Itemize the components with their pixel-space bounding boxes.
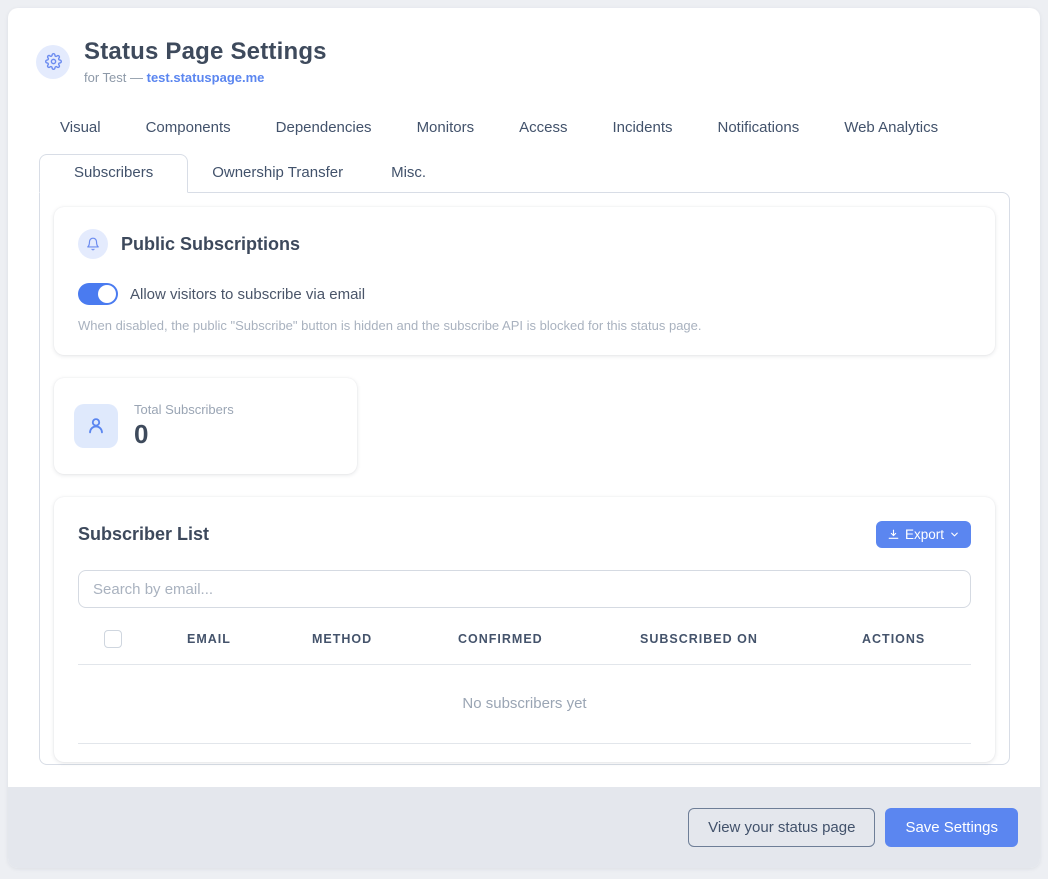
- tab-access[interactable]: Access: [519, 119, 567, 136]
- column-header-actions: ACTIONS: [862, 632, 971, 646]
- select-all-cell: [78, 630, 187, 648]
- subscriber-stat-tile: [74, 404, 118, 448]
- subscribers-tab-panel: Public Subscriptions Allow visitors to s…: [39, 192, 1010, 765]
- empty-state-message: No subscribers yet: [78, 665, 971, 744]
- page-subtitle: for Test — test.statuspage.me: [84, 70, 327, 85]
- tab-subscribers[interactable]: Subscribers: [39, 154, 188, 193]
- tab-incidents[interactable]: Incidents: [612, 119, 672, 136]
- bell-badge: [78, 229, 108, 259]
- subtitle-prefix: for Test —: [84, 70, 147, 85]
- footer-action-bar: View your status page Save Settings: [8, 787, 1040, 868]
- subscriber-list-title: Subscriber List: [78, 524, 209, 545]
- tab-misc[interactable]: Misc.: [367, 155, 450, 192]
- settings-badge: [36, 45, 70, 79]
- public-subscriptions-title: Public Subscriptions: [121, 234, 300, 255]
- select-all-checkbox[interactable]: [104, 630, 122, 648]
- column-header-confirmed: CONFIRMED: [458, 632, 640, 646]
- tab-web-analytics[interactable]: Web Analytics: [844, 119, 938, 136]
- tab-monitors[interactable]: Monitors: [417, 119, 475, 136]
- user-icon: [85, 415, 107, 437]
- page-header: Status Page Settings for Test — test.sta…: [8, 8, 1040, 85]
- view-status-page-button[interactable]: View your status page: [688, 808, 875, 847]
- header-text: Status Page Settings for Test — test.sta…: [84, 38, 327, 85]
- status-page-settings-card: Status Page Settings for Test — test.sta…: [8, 8, 1040, 868]
- save-settings-button[interactable]: Save Settings: [885, 808, 1018, 847]
- subscribe-toggle-row: Allow visitors to subscribe via email: [78, 283, 971, 305]
- tab-notifications[interactable]: Notifications: [718, 119, 800, 136]
- total-subscribers-label: Total Subscribers: [134, 402, 234, 417]
- total-subscribers-card: Total Subscribers 0: [54, 378, 357, 474]
- subscriber-list-header: Subscriber List Export: [78, 521, 971, 548]
- secondary-tab-bar: Subscribers Ownership Transfer Misc.: [39, 154, 1040, 192]
- toggle-helper-text: When disabled, the public "Subscribe" bu…: [78, 318, 971, 333]
- total-subscribers-value: 0: [134, 419, 234, 450]
- toggle-label: Allow visitors to subscribe via email: [130, 286, 365, 303]
- export-button[interactable]: Export: [876, 521, 971, 548]
- public-subscriptions-header: Public Subscriptions: [78, 229, 971, 259]
- tab-components[interactable]: Components: [146, 119, 231, 136]
- primary-tab-bar: Visual Components Dependencies Monitors …: [60, 119, 1040, 136]
- download-icon: [887, 528, 900, 541]
- toggle-knob: [98, 285, 116, 303]
- public-subscriptions-card: Public Subscriptions Allow visitors to s…: [54, 207, 995, 355]
- tab-visual[interactable]: Visual: [60, 119, 101, 136]
- column-header-email: EMAIL: [187, 632, 312, 646]
- page-title: Status Page Settings: [84, 38, 327, 66]
- bell-icon: [86, 237, 100, 251]
- stat-text: Total Subscribers 0: [134, 402, 234, 450]
- status-page-link[interactable]: test.statuspage.me: [147, 70, 265, 85]
- subscriber-list-card: Subscriber List Export: [54, 497, 995, 762]
- tab-ownership-transfer[interactable]: Ownership Transfer: [188, 155, 367, 192]
- chevron-down-icon: [949, 529, 960, 540]
- subscriber-table-header: EMAIL METHOD CONFIRMED SUBSCRIBED ON ACT…: [78, 630, 971, 665]
- allow-subscribe-toggle[interactable]: [78, 283, 118, 305]
- tab-dependencies[interactable]: Dependencies: [276, 119, 372, 136]
- export-label: Export: [905, 527, 944, 542]
- search-input[interactable]: [78, 570, 971, 608]
- column-header-subscribed-on: SUBSCRIBED ON: [640, 632, 862, 646]
- column-header-method: METHOD: [312, 632, 458, 646]
- gear-icon: [45, 53, 62, 70]
